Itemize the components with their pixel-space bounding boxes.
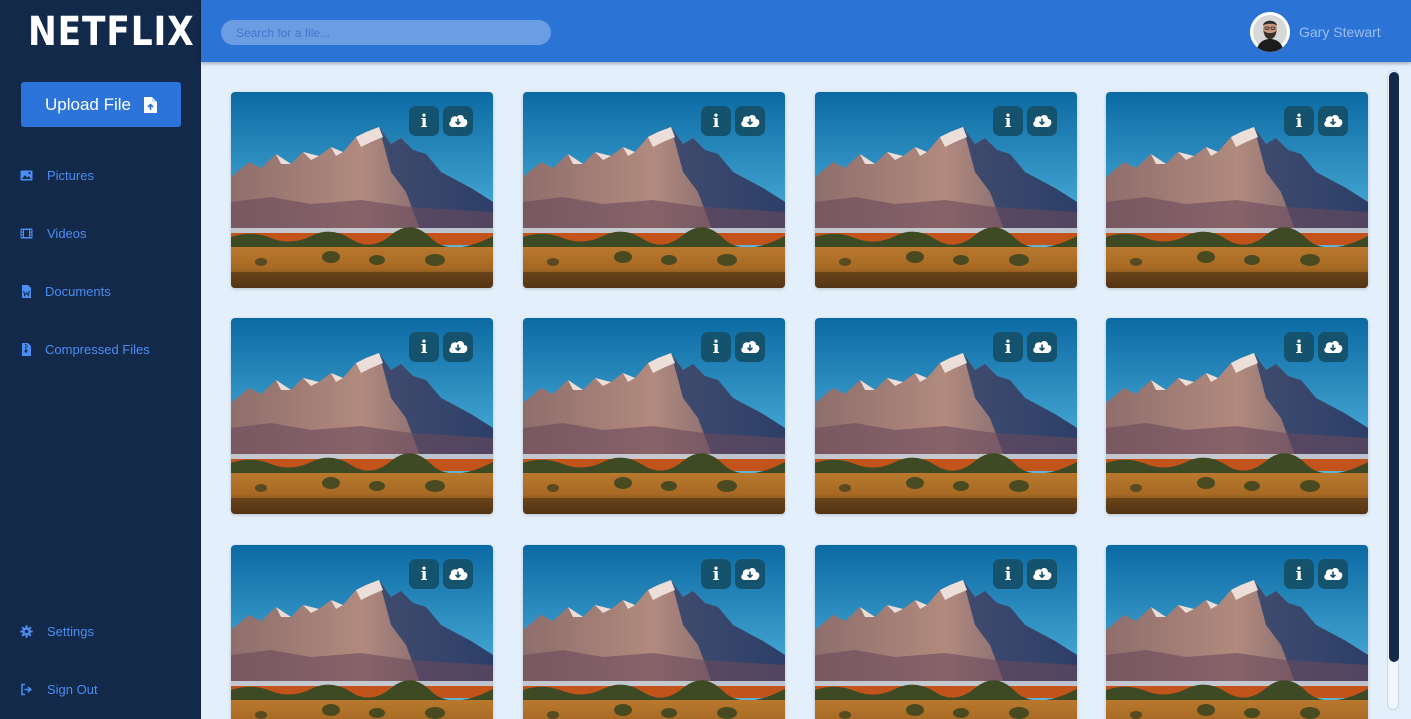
file-card[interactable]: i: [815, 545, 1077, 719]
search-input[interactable]: [221, 20, 551, 45]
sidebar-item-label: Documents: [45, 283, 111, 299]
cloud-download-icon: [449, 114, 468, 127]
cloud-download-icon: [1033, 340, 1052, 353]
download-button[interactable]: [1027, 559, 1057, 589]
file-upload-icon: [144, 96, 157, 113]
sidebar-item-label: Sign Out: [47, 681, 98, 697]
info-button[interactable]: i: [701, 559, 731, 589]
info-icon: i: [1295, 563, 1303, 585]
cloud-download-icon: [1033, 567, 1052, 580]
info-button[interactable]: i: [1284, 106, 1314, 136]
file-card[interactable]: i: [815, 318, 1077, 514]
sidebar-item-pictures[interactable]: Pictures: [20, 165, 94, 185]
sidebar-item-documents[interactable]: Documents: [20, 281, 111, 301]
info-icon: i: [420, 563, 428, 585]
info-icon: i: [712, 336, 720, 358]
sidebar-item-label: Settings: [47, 623, 94, 639]
info-icon: i: [1004, 563, 1012, 585]
sidebar-item-label: Pictures: [47, 167, 94, 183]
file-card[interactable]: i: [523, 92, 785, 288]
download-button[interactable]: [1027, 332, 1057, 362]
info-icon: i: [420, 336, 428, 358]
download-button[interactable]: [443, 332, 473, 362]
file-card[interactable]: i: [523, 318, 785, 514]
cloud-download-icon: [1324, 114, 1343, 127]
info-button[interactable]: i: [701, 106, 731, 136]
sidebar-item-compressed-files[interactable]: Compressed Files: [20, 339, 150, 359]
cloud-download-icon: [741, 340, 760, 353]
gear-icon: [20, 624, 33, 638]
info-icon: i: [712, 563, 720, 585]
download-button[interactable]: [1318, 332, 1348, 362]
film-icon: [20, 228, 33, 238]
cloud-download-icon: [1324, 567, 1343, 580]
info-button[interactable]: i: [993, 106, 1023, 136]
cloud-download-icon: [1033, 114, 1052, 127]
sidebar-item-videos[interactable]: Videos: [20, 223, 87, 243]
sidebar: NETFLIX Upload File Pictures Videos Docu…: [0, 0, 201, 719]
info-icon: i: [1004, 336, 1012, 358]
image-icon: [20, 170, 33, 180]
cloud-download-icon: [1324, 340, 1343, 353]
download-button[interactable]: [1027, 106, 1057, 136]
cloud-download-icon: [449, 340, 468, 353]
user-name[interactable]: Gary Stewart: [1299, 24, 1381, 40]
file-card[interactable]: i: [231, 545, 493, 719]
file-card[interactable]: i: [1106, 92, 1368, 288]
sign-out-icon: [21, 683, 33, 695]
cloud-download-icon: [449, 567, 468, 580]
file-card[interactable]: i: [815, 92, 1077, 288]
info-button[interactable]: i: [701, 332, 731, 362]
info-button[interactable]: i: [409, 332, 439, 362]
file-card[interactable]: i: [1106, 318, 1368, 514]
download-button[interactable]: [735, 106, 765, 136]
app-logo[interactable]: NETFLIX: [28, 8, 194, 56]
file-grid: i i i i i i i i i i i i: [201, 62, 1411, 719]
info-icon: i: [1004, 110, 1012, 132]
scrollbar-thumb[interactable]: [1389, 72, 1399, 662]
info-icon: i: [1295, 336, 1303, 358]
download-button[interactable]: [735, 559, 765, 589]
file-card[interactable]: i: [231, 318, 493, 514]
download-button[interactable]: [1318, 106, 1348, 136]
info-button[interactable]: i: [993, 332, 1023, 362]
info-icon: i: [712, 110, 720, 132]
top-header: Gary Stewart: [201, 0, 1411, 62]
word-document-icon: [22, 284, 31, 298]
info-button[interactable]: i: [409, 106, 439, 136]
sidebar-item-label: Videos: [47, 225, 87, 241]
info-button[interactable]: i: [993, 559, 1023, 589]
sidebar-item-sign-out[interactable]: Sign Out: [20, 679, 98, 699]
archive-file-icon: [22, 342, 31, 356]
file-card[interactable]: i: [523, 545, 785, 719]
upload-file-button[interactable]: Upload File: [21, 82, 181, 127]
download-button[interactable]: [735, 332, 765, 362]
info-icon: i: [420, 110, 428, 132]
sidebar-item-settings[interactable]: Settings: [20, 621, 94, 641]
download-button[interactable]: [1318, 559, 1348, 589]
file-card[interactable]: i: [1106, 545, 1368, 719]
upload-file-label: Upload File: [45, 94, 131, 114]
file-card[interactable]: i: [231, 92, 493, 288]
info-button[interactable]: i: [1284, 332, 1314, 362]
user-photo: [1250, 12, 1290, 52]
download-button[interactable]: [443, 106, 473, 136]
sidebar-item-label: Compressed Files: [45, 341, 150, 357]
cloud-download-icon: [741, 114, 760, 127]
download-button[interactable]: [443, 559, 473, 589]
avatar[interactable]: [1250, 12, 1290, 52]
info-icon: i: [1295, 110, 1303, 132]
cloud-download-icon: [741, 567, 760, 580]
info-button[interactable]: i: [1284, 559, 1314, 589]
info-button[interactable]: i: [409, 559, 439, 589]
